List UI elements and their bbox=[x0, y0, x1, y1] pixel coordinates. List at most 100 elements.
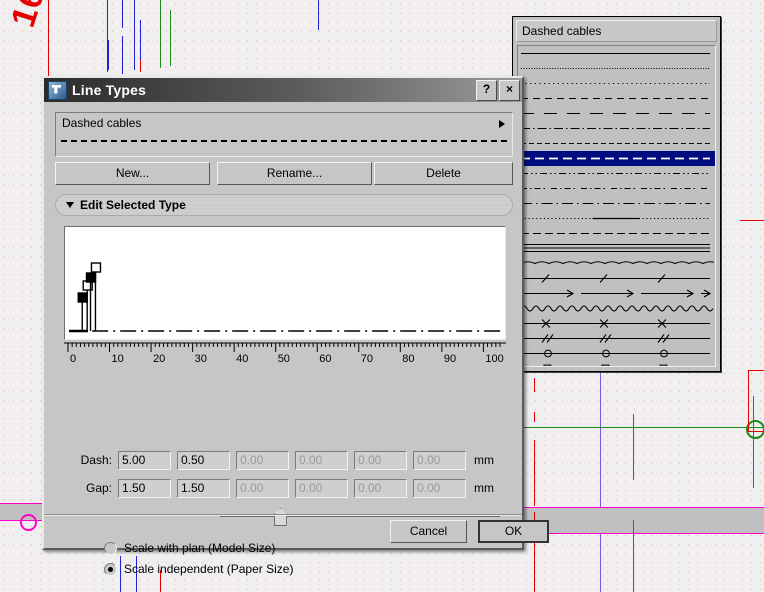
slider-thumb[interactable] bbox=[273, 508, 287, 526]
gap-fields[interactable]: 1.50 1.50 0.00 0.00 0.00 0.00 bbox=[118, 478, 472, 498]
line-type-row[interactable] bbox=[518, 91, 715, 106]
dash-input[interactable]: 0.50 bbox=[177, 450, 230, 470]
line-type-row[interactable] bbox=[518, 121, 715, 136]
line-type-row[interactable] bbox=[518, 286, 715, 301]
line-type-row[interactable] bbox=[518, 136, 715, 151]
ruler-tick-label: 10 bbox=[111, 353, 124, 365]
cad-line-green-2 bbox=[170, 10, 171, 66]
ruler-tick-label: 100 bbox=[485, 353, 504, 365]
line-type-preview[interactable] bbox=[64, 226, 506, 340]
cad-line-red-4 bbox=[534, 378, 535, 392]
rename-button[interactable]: Rename... bbox=[217, 162, 372, 185]
cad-rect-outline bbox=[748, 370, 764, 432]
gap-input[interactable]: 1.50 bbox=[177, 478, 230, 498]
cad-band-right bbox=[520, 508, 764, 533]
chevron-right-icon[interactable] bbox=[499, 120, 505, 128]
dash-input: 0.00 bbox=[295, 450, 348, 470]
ruler-tick-label: 90 bbox=[443, 353, 457, 365]
line-type-row[interactable] bbox=[518, 226, 715, 241]
line-type-row[interactable] bbox=[518, 256, 715, 271]
cad-line-purple-1 bbox=[600, 372, 601, 592]
app-icon bbox=[48, 80, 67, 100]
delete-button[interactable]: Delete bbox=[374, 162, 513, 185]
ruler-tick-label: 70 bbox=[360, 353, 374, 365]
line-type-row[interactable] bbox=[518, 316, 715, 331]
close-button[interactable]: × bbox=[499, 79, 520, 101]
dash-label: Dash: bbox=[80, 453, 112, 467]
line-type-row[interactable] bbox=[518, 76, 715, 91]
dash-input: 0.00 bbox=[354, 450, 407, 470]
line-type-row[interactable] bbox=[518, 346, 715, 361]
cad-line-blue-7 bbox=[318, 0, 319, 30]
line-types-dialog[interactable]: Line Types ? × Dashed cables New... Rena… bbox=[42, 76, 549, 576]
combobox-preview-line bbox=[61, 140, 507, 142]
cad-line-red-9 bbox=[740, 220, 764, 221]
cad-circle-left bbox=[20, 514, 37, 531]
scale-option-model-label: Scale with plan (Model Size) bbox=[124, 541, 276, 555]
line-type-row[interactable] bbox=[518, 106, 715, 121]
ruler-tick-label: 60 bbox=[319, 353, 332, 365]
cad-line-red-6 bbox=[534, 440, 535, 506]
line-type-row[interactable] bbox=[518, 271, 715, 286]
dash-input: 0.00 bbox=[413, 450, 466, 470]
line-type-row[interactable] bbox=[518, 196, 715, 211]
gap-input[interactable]: 1.50 bbox=[118, 478, 171, 498]
cancel-button[interactable]: Cancel bbox=[390, 520, 467, 543]
cad-line-green-1 bbox=[160, 0, 161, 68]
line-type-row[interactable] bbox=[518, 61, 715, 76]
dash-input: 0.00 bbox=[236, 450, 289, 470]
gap-unit: mm bbox=[474, 481, 494, 495]
line-type-row[interactable] bbox=[518, 46, 715, 61]
ruler-tick-label: 80 bbox=[402, 353, 415, 365]
cad-line-magenta-4 bbox=[520, 533, 764, 534]
gap-input: 0.00 bbox=[354, 478, 407, 498]
line-type-list[interactable] bbox=[517, 45, 716, 367]
cad-line-blue-4 bbox=[122, 36, 123, 74]
cad-line-blue-3 bbox=[122, 0, 123, 28]
ruler-tick-label: 0 bbox=[70, 353, 77, 365]
scale-option-paper-label: Scale independent (Paper Size) bbox=[124, 562, 294, 576]
combobox-value: Dashed cables bbox=[62, 116, 142, 130]
line-type-row[interactable] bbox=[518, 361, 715, 366]
line-type-row[interactable] bbox=[518, 151, 715, 166]
line-type-row[interactable] bbox=[518, 331, 715, 346]
group-title: Edit Selected Type bbox=[80, 198, 186, 212]
cad-line-red-5 bbox=[534, 412, 535, 422]
cad-line-green-3 bbox=[520, 427, 764, 428]
dash-fields[interactable]: 5.00 0.50 0.00 0.00 0.00 0.00 bbox=[118, 450, 472, 470]
scale-option-paper[interactable]: Scale independent (Paper Size) bbox=[104, 562, 293, 576]
radio-model-size[interactable] bbox=[104, 541, 117, 555]
list-panel-header: Dashed cables bbox=[516, 20, 717, 42]
dialog-titlebar[interactable]: Line Types ? × bbox=[44, 78, 522, 102]
preview-svg bbox=[69, 262, 501, 333]
line-type-row[interactable] bbox=[518, 301, 715, 316]
line-type-row[interactable] bbox=[518, 211, 715, 226]
gap-input: 0.00 bbox=[295, 478, 348, 498]
ruler-tick-label: 20 bbox=[153, 353, 166, 365]
triangle-down-icon[interactable] bbox=[66, 202, 74, 208]
line-type-row[interactable] bbox=[518, 181, 715, 196]
gap-label: Gap: bbox=[85, 481, 112, 495]
new-button[interactable]: New... bbox=[55, 162, 210, 185]
line-type-row[interactable] bbox=[518, 241, 715, 256]
line-type-list-panel[interactable]: Dashed cables bbox=[512, 16, 721, 372]
cad-line-green-4 bbox=[633, 414, 634, 480]
dash-input[interactable]: 5.00 bbox=[118, 450, 171, 470]
cad-line-blue-2 bbox=[108, 40, 109, 70]
ruler-tick-label: 40 bbox=[236, 353, 249, 365]
line-type-row[interactable] bbox=[518, 166, 715, 181]
gap-input: 0.00 bbox=[413, 478, 466, 498]
ruler-tick-label: 50 bbox=[277, 353, 290, 365]
line-type-combobox[interactable]: Dashed cables bbox=[55, 112, 513, 157]
ok-button[interactable]: OK bbox=[478, 520, 549, 543]
scale-option-model[interactable]: Scale with plan (Model Size) bbox=[104, 541, 275, 555]
cad-line-blue-5 bbox=[134, 0, 135, 70]
preview-ruler-labels: 0 10 20 30 40 50 60 70 80 90 100 bbox=[64, 353, 514, 367]
dialog-title: Line Types bbox=[72, 82, 147, 98]
radio-paper-size[interactable] bbox=[104, 562, 117, 576]
gap-row: Gap: 1.50 1.50 0.00 0.00 0.00 0.00 mm bbox=[64, 478, 494, 498]
edit-selected-type-group-header[interactable]: Edit Selected Type bbox=[55, 194, 513, 216]
gap-input: 0.00 bbox=[236, 478, 289, 498]
help-button[interactable]: ? bbox=[476, 79, 497, 101]
cad-line-green-6 bbox=[633, 520, 634, 592]
